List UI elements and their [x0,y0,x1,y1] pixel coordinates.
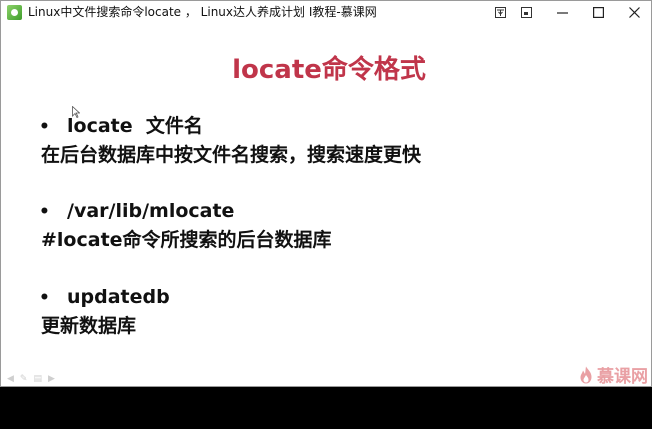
bullet: • [39,202,50,222]
bullet: • [39,117,50,137]
section-2-description: #locate命令所搜索的后台数据库 [41,229,332,251]
minimize-button[interactable] [547,2,577,23]
command-text: updatedb [67,286,170,308]
close-icon [628,7,640,18]
command-text: /var/lib/mlocate [67,200,235,222]
restore-small-icon [520,7,532,18]
slide-content: locate命令格式 • locate 文件名 在后台数据库中按文件名搜索，搜索速… [1,24,651,387]
flame-icon [580,366,592,383]
prev-slide-icon[interactable]: ◀ [7,374,20,384]
maximize-icon [592,7,604,18]
pen-icon[interactable]: ✎ [20,374,34,384]
section-2-command-line: • /var/lib/mlocate [39,199,234,224]
section-1-command-line: • locate 文件名 [39,114,203,139]
command-text: locate 文件名 [67,115,203,137]
minimize-icon [556,12,568,14]
watermark-text: 慕课网 [597,367,648,387]
section-3-description: 更新数据库 [41,315,137,337]
close-button[interactable] [619,2,649,23]
slide-title: locate命令格式 [232,55,426,85]
window-title: Linux中文件搜索命令locate ， Linux达人养成计划 I教程-慕课网 [28,5,377,19]
pin-icon [494,7,506,18]
app-icon [7,5,22,20]
bullet: • [39,288,50,308]
next-slide-icon[interactable]: ▶ [48,374,61,384]
restore-small-button[interactable] [511,2,541,23]
watermark-logo: 慕课网 [579,362,648,387]
app-window: Linux中文件搜索命令locate ， Linux达人养成计划 I教程-慕课网… [0,0,652,387]
section-1-description: 在后台数据库中按文件名搜索，搜索速度更快 [41,144,422,166]
section-3-command-line: • updatedb [39,285,170,310]
title-bar[interactable]: Linux中文件搜索命令locate ， Linux达人养成计划 I教程-慕课网 [1,1,651,25]
slideshow-controls[interactable]: ◀✎▤▶ [7,374,61,384]
maximize-button[interactable] [583,2,613,23]
menu-icon[interactable]: ▤ [33,374,48,384]
